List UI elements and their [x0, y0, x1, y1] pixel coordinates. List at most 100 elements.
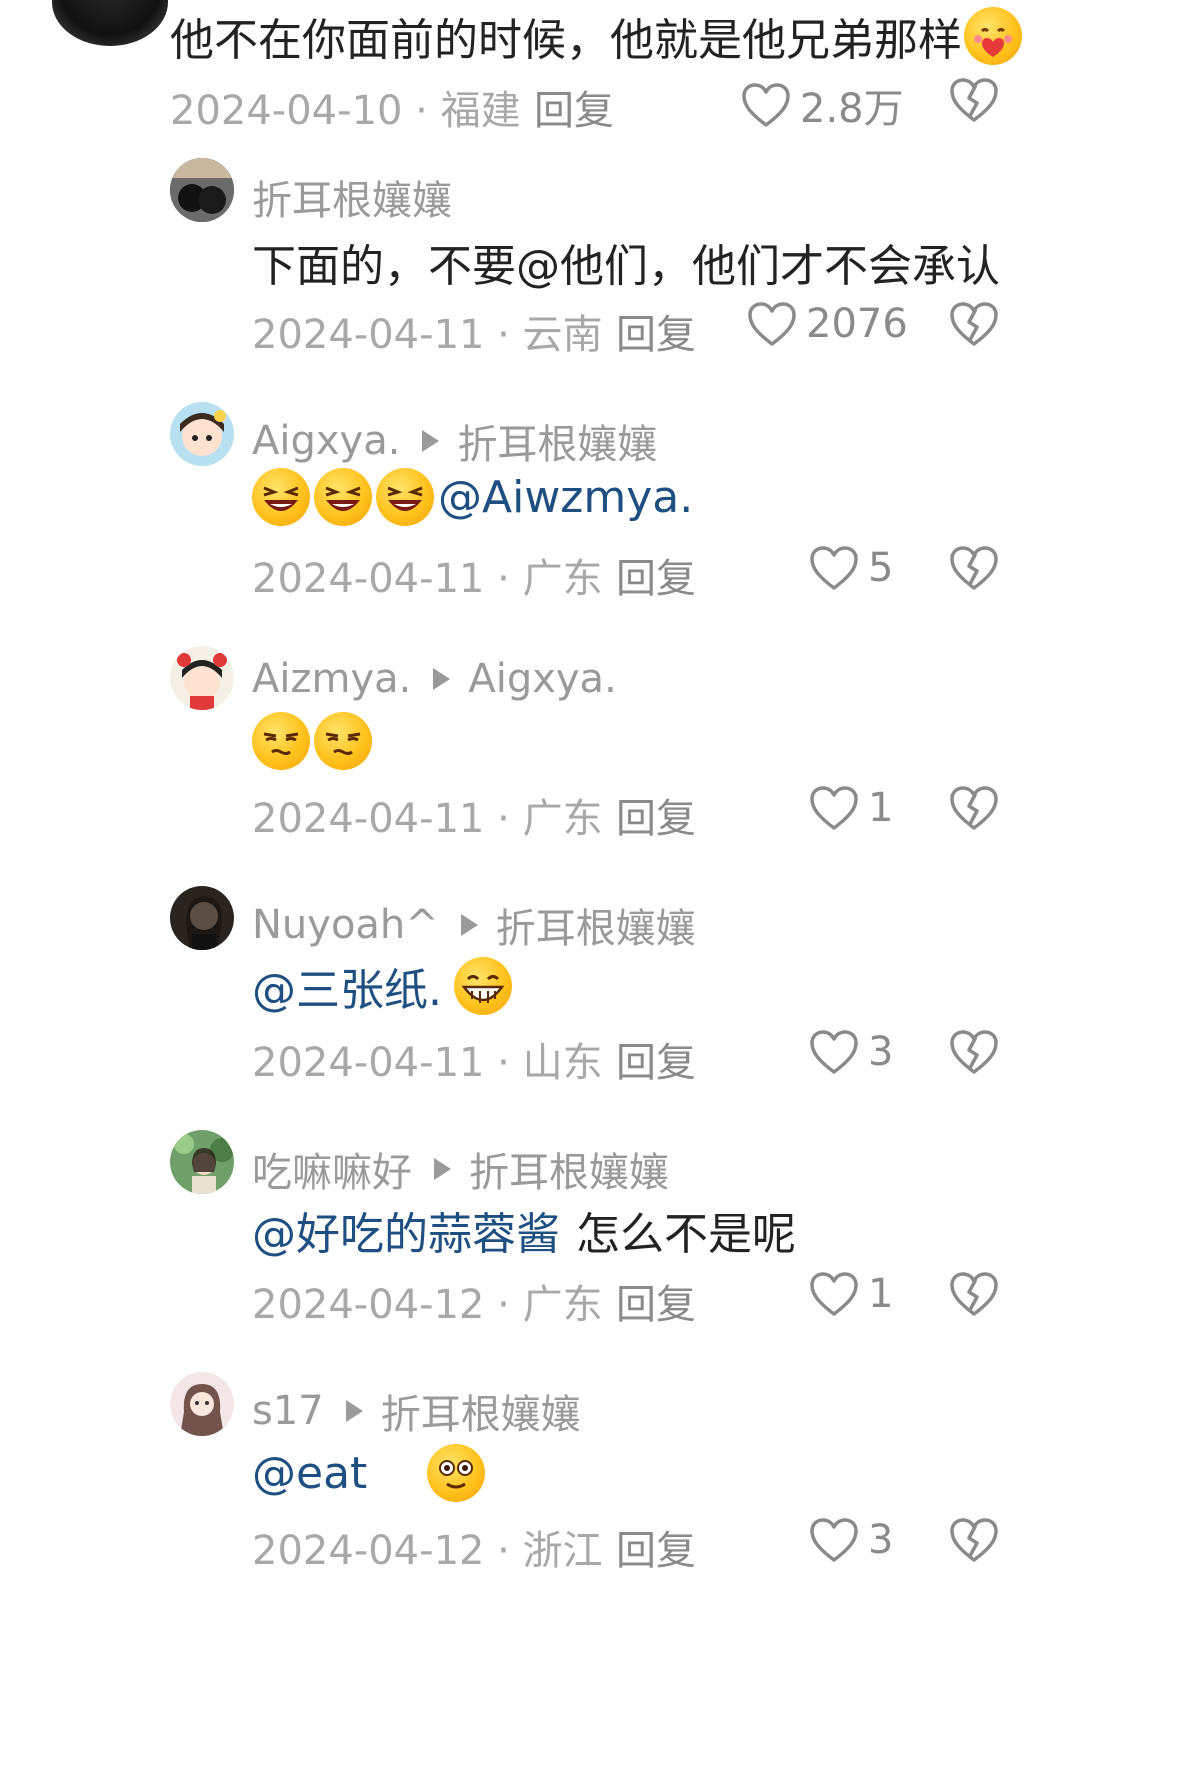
reply-arrow-icon [345, 1400, 363, 1422]
heart-icon [808, 1028, 860, 1076]
like-count: 5 [868, 545, 894, 591]
reply-to-name[interactable]: 折耳根孃孃 [381, 1382, 581, 1440]
meta-separator: · [484, 796, 523, 842]
author-row: Aizmya. Aigxya. [252, 656, 617, 702]
comment-region: 山东 [522, 1040, 603, 1086]
dislike-button[interactable] [948, 76, 1000, 124]
reply-arrow-icon [433, 668, 451, 690]
like-button[interactable]: 2076 [746, 300, 908, 348]
avatar[interactable] [170, 1372, 234, 1436]
reply-arrow-icon [460, 914, 478, 936]
like-button[interactable]: 5 [808, 544, 893, 592]
like-button[interactable]: 1 [808, 784, 893, 832]
broken-heart-icon [948, 300, 1000, 348]
avatar[interactable] [52, 0, 168, 46]
comment-region: 广东 [522, 556, 603, 602]
reply-button[interactable]: 回复 [616, 1272, 696, 1330]
comment-text: 下面的，不要@他们，他们才不会承认 [252, 241, 1000, 292]
like-button[interactable]: 1 [808, 1270, 893, 1318]
laughing-emoji-icon [314, 468, 372, 526]
meta-separator: · [484, 312, 523, 358]
author-name[interactable]: Nuyoah^ [252, 902, 439, 948]
heart-icon [808, 784, 860, 832]
broken-heart-icon [948, 76, 1000, 124]
like-count: 2.8万 [800, 86, 904, 132]
like-count: 2076 [806, 301, 908, 347]
mention-link[interactable]: @好吃的蒜蓉酱 [252, 1198, 560, 1262]
comment-region: 福建 [440, 88, 521, 134]
meta-separator: · [402, 88, 441, 134]
like-count: 1 [868, 1271, 894, 1317]
author-name[interactable]: Aigxya. [252, 418, 400, 464]
comment-region: 浙江 [522, 1528, 603, 1574]
dislike-button[interactable] [948, 544, 1000, 592]
broken-heart-icon [948, 784, 1000, 832]
reply-to-name[interactable]: Aigxya. [468, 656, 616, 702]
comment-region: 广东 [522, 1282, 603, 1328]
heart-icon [740, 81, 792, 129]
comment-text: 怎么不是呢 [576, 1209, 796, 1260]
comment-text-row: @Aiwzmya. [252, 468, 693, 526]
dislike-button[interactable] [948, 784, 1000, 832]
avatar[interactable] [170, 646, 234, 710]
avatar[interactable] [170, 158, 234, 222]
comment-date: 2024-04-11 [252, 796, 485, 842]
comment-meta: 2024-04-12 · 广东 [252, 1272, 603, 1330]
comment-text-row [252, 712, 376, 770]
reply-arrow-icon [422, 430, 440, 452]
comment-meta: 2024-04-12 · 浙江 [252, 1518, 603, 1576]
reply-button[interactable]: 回复 [616, 1518, 696, 1576]
comment-meta: 2024-04-11 · 山东 [252, 1030, 603, 1088]
like-count: 3 [868, 1029, 894, 1075]
reply-button[interactable]: 回复 [616, 302, 696, 360]
like-button[interactable]: 3 [808, 1028, 893, 1076]
comment-meta: 2024-04-11 · 广东 [252, 786, 603, 844]
heart-icon [808, 1270, 860, 1318]
author-name[interactable]: s17 [252, 1388, 324, 1434]
smirk-emoji-icon [314, 712, 372, 770]
author-name[interactable]: Aizmya. [252, 656, 411, 702]
reply-to-name[interactable]: 折耳根孃孃 [469, 1140, 669, 1198]
author-row: 折耳根孃孃 [252, 168, 452, 226]
dislike-button[interactable] [948, 1028, 1000, 1076]
comment-meta: 2024-04-11 · 云南 [252, 302, 603, 360]
mention-link[interactable]: @eat [252, 1448, 367, 1499]
avatar[interactable] [170, 1130, 234, 1194]
author-name[interactable]: 折耳根孃孃 [252, 168, 452, 226]
heart-icon [808, 1516, 860, 1564]
reply-button[interactable]: 回复 [616, 1030, 696, 1088]
dislike-button[interactable] [948, 1516, 1000, 1564]
reply-to-name[interactable]: 折耳根孃孃 [457, 412, 657, 470]
comment-text-row: @三张纸. [252, 954, 516, 1018]
comment-text-row: 他不在你面前的时候，他就是他兄弟那样 [170, 4, 1026, 68]
reply-button[interactable]: 回复 [534, 78, 614, 136]
comment-date: 2024-04-12 [252, 1528, 485, 1574]
comment-meta: 2024-04-10 · 福建 [170, 78, 521, 136]
author-name[interactable]: 吃嘛嘛好 [252, 1140, 412, 1198]
like-button[interactable]: 2.8万 [740, 76, 904, 134]
meta-separator: · [484, 1282, 523, 1328]
reply-button[interactable]: 回复 [616, 786, 696, 844]
broken-heart-icon [948, 1270, 1000, 1318]
comment-text: 他不在你面前的时候，他就是他兄弟那样 [170, 15, 962, 66]
mention-link[interactable]: @Aiwzmya. [438, 472, 693, 523]
meta-separator: · [484, 1528, 523, 1574]
comment-meta: 2024-04-11 · 广东 [252, 546, 603, 604]
mention-link[interactable]: @三张纸. [252, 954, 442, 1018]
laughing-emoji-icon [376, 468, 434, 526]
like-count: 3 [868, 1517, 894, 1563]
dislike-button[interactable] [948, 300, 1000, 348]
avatar[interactable] [170, 886, 234, 950]
like-button[interactable]: 3 [808, 1516, 893, 1564]
broken-heart-icon [948, 1516, 1000, 1564]
meta-separator: · [484, 1040, 523, 1086]
comment-region: 广东 [522, 796, 603, 842]
avatar[interactable] [170, 402, 234, 466]
reply-button[interactable]: 回复 [616, 546, 696, 604]
meta-separator: · [484, 556, 523, 602]
author-row: 吃嘛嘛好 折耳根孃孃 [252, 1140, 669, 1198]
heart-icon [808, 544, 860, 592]
reply-to-name[interactable]: 折耳根孃孃 [496, 896, 696, 954]
author-row: Nuyoah^ 折耳根孃孃 [252, 896, 696, 954]
dislike-button[interactable] [948, 1270, 1000, 1318]
